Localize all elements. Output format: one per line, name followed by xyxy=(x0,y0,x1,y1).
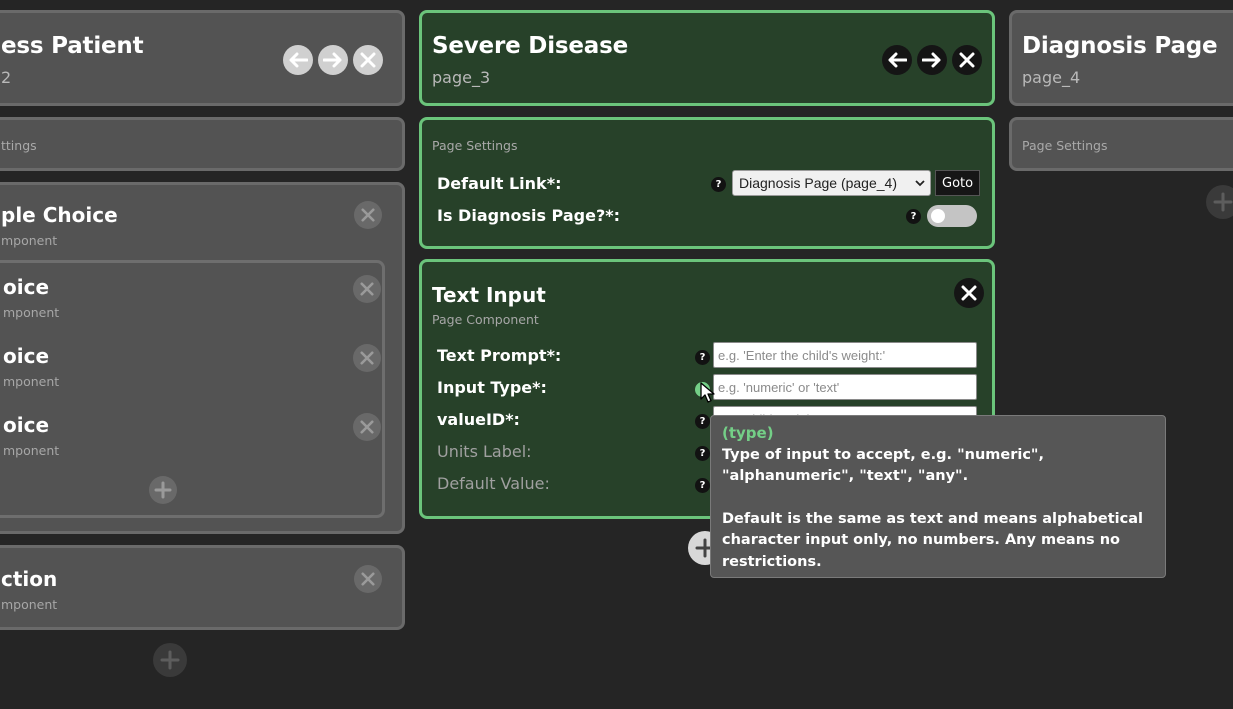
close-icon xyxy=(361,208,375,222)
choice-type: mponent xyxy=(3,305,60,320)
page-card-right[interactable]: Diagnosis Page page_4 xyxy=(1009,10,1233,106)
help-icon[interactable]: ? xyxy=(695,478,710,493)
page-settings-label: Page Settings xyxy=(432,138,518,153)
delete-choice-button[interactable] xyxy=(353,413,381,441)
arrow-right-icon xyxy=(922,52,941,68)
page-title: Diagnosis Page xyxy=(1022,33,1218,59)
page-card-left[interactable]: ess Patient 2 xyxy=(0,10,405,106)
chevron-down-icon xyxy=(915,180,925,187)
plus-icon xyxy=(154,481,172,499)
goto-button[interactable]: Goto xyxy=(935,170,981,196)
add-choice-button[interactable] xyxy=(149,476,177,504)
default-value-label: Default Value: xyxy=(437,474,550,493)
help-icon[interactable]: ? xyxy=(695,350,710,365)
delete-choice-button[interactable] xyxy=(353,344,381,372)
choice-title: oice xyxy=(3,275,50,299)
plus-icon xyxy=(1213,192,1233,212)
component-type: mponent xyxy=(1,233,58,248)
arrow-left-icon xyxy=(888,52,907,68)
page-settings-center: Page Settings Default Link*: ? Diagnosis… xyxy=(419,117,995,249)
text-prompt-label: Text Prompt*: xyxy=(437,346,562,365)
close-icon xyxy=(360,282,374,296)
help-tooltip: (type) Type of input to accept, e.g. "nu… xyxy=(710,415,1166,578)
help-icon[interactable]: ? xyxy=(906,209,921,224)
delete-component-button[interactable] xyxy=(954,278,984,308)
component-title: Text Input xyxy=(432,283,546,307)
tooltip-line2: Default is the same as text and means al… xyxy=(722,510,1143,570)
mouse-cursor-icon xyxy=(700,382,715,403)
toggle-knob xyxy=(931,209,945,223)
close-icon xyxy=(361,572,375,586)
tooltip-title: (type) xyxy=(722,424,774,442)
move-left-button[interactable] xyxy=(882,45,912,75)
component-type: Page Component xyxy=(432,312,539,327)
add-component-button[interactable] xyxy=(153,643,187,677)
choice-type: mponent xyxy=(3,443,60,458)
help-icon[interactable]: ? xyxy=(695,414,710,429)
choice-title: oice xyxy=(3,413,50,437)
choice-title: oice xyxy=(3,344,50,368)
units-label-label: Units Label: xyxy=(437,442,532,461)
page-settings-label: ttings xyxy=(1,138,37,153)
page-title: ess Patient xyxy=(1,33,144,59)
multiple-choice-component[interactable]: ple Choice mponent oice mponent oice mpo… xyxy=(0,182,405,534)
close-icon xyxy=(360,351,374,365)
bottom-component-left[interactable]: ction mponent xyxy=(0,545,405,630)
tooltip-line1: Type of input to accept, e.g. "numeric",… xyxy=(722,446,1044,485)
move-left-button[interactable] xyxy=(283,45,313,75)
page-card-center[interactable]: Severe Disease page_3 xyxy=(419,10,995,106)
value-id-label: valueID*: xyxy=(437,410,520,429)
default-link-select[interactable]: Diagnosis Page (page_4) xyxy=(732,170,931,196)
default-link-value: Diagnosis Page (page_4) xyxy=(739,175,897,191)
close-icon xyxy=(961,285,977,301)
choice-type: mponent xyxy=(3,374,60,389)
text-prompt-input[interactable] xyxy=(713,342,977,368)
arrow-left-icon xyxy=(289,52,308,68)
delete-choice-button[interactable] xyxy=(353,275,381,303)
input-type-input[interactable] xyxy=(713,374,977,400)
delete-component-button[interactable] xyxy=(354,565,382,593)
input-type-label: Input Type*: xyxy=(437,378,547,397)
page-settings-left[interactable]: ttings xyxy=(0,117,405,171)
close-icon xyxy=(959,52,975,68)
move-right-button[interactable] xyxy=(318,45,348,75)
page-title: Severe Disease xyxy=(432,33,628,59)
delete-component-button[interactable] xyxy=(354,201,382,229)
move-right-button[interactable] xyxy=(917,45,947,75)
page-id: page_4 xyxy=(1022,68,1081,87)
close-icon xyxy=(360,52,376,68)
close-icon xyxy=(360,420,374,434)
add-component-button[interactable] xyxy=(1206,185,1233,219)
page-id: page_3 xyxy=(432,68,491,87)
component-type: mponent xyxy=(1,597,58,612)
help-icon[interactable]: ? xyxy=(695,446,710,461)
delete-page-button[interactable] xyxy=(353,45,383,75)
arrow-right-icon xyxy=(323,52,342,68)
page-settings-right[interactable]: Page Settings xyxy=(1009,117,1233,171)
choices-container: oice mponent oice mponent oice mponent xyxy=(0,260,385,518)
page-settings-label: Page Settings xyxy=(1022,138,1108,153)
delete-page-button[interactable] xyxy=(952,45,982,75)
page-id: 2 xyxy=(1,68,12,87)
is-diagnosis-label: Is Diagnosis Page?*: xyxy=(437,206,620,225)
is-diagnosis-toggle[interactable] xyxy=(927,205,977,227)
help-icon[interactable]: ? xyxy=(711,177,726,192)
plus-icon xyxy=(160,650,180,670)
component-title: ction xyxy=(1,567,58,591)
default-link-label: Default Link*: xyxy=(437,174,562,193)
component-title: ple Choice xyxy=(1,203,118,227)
